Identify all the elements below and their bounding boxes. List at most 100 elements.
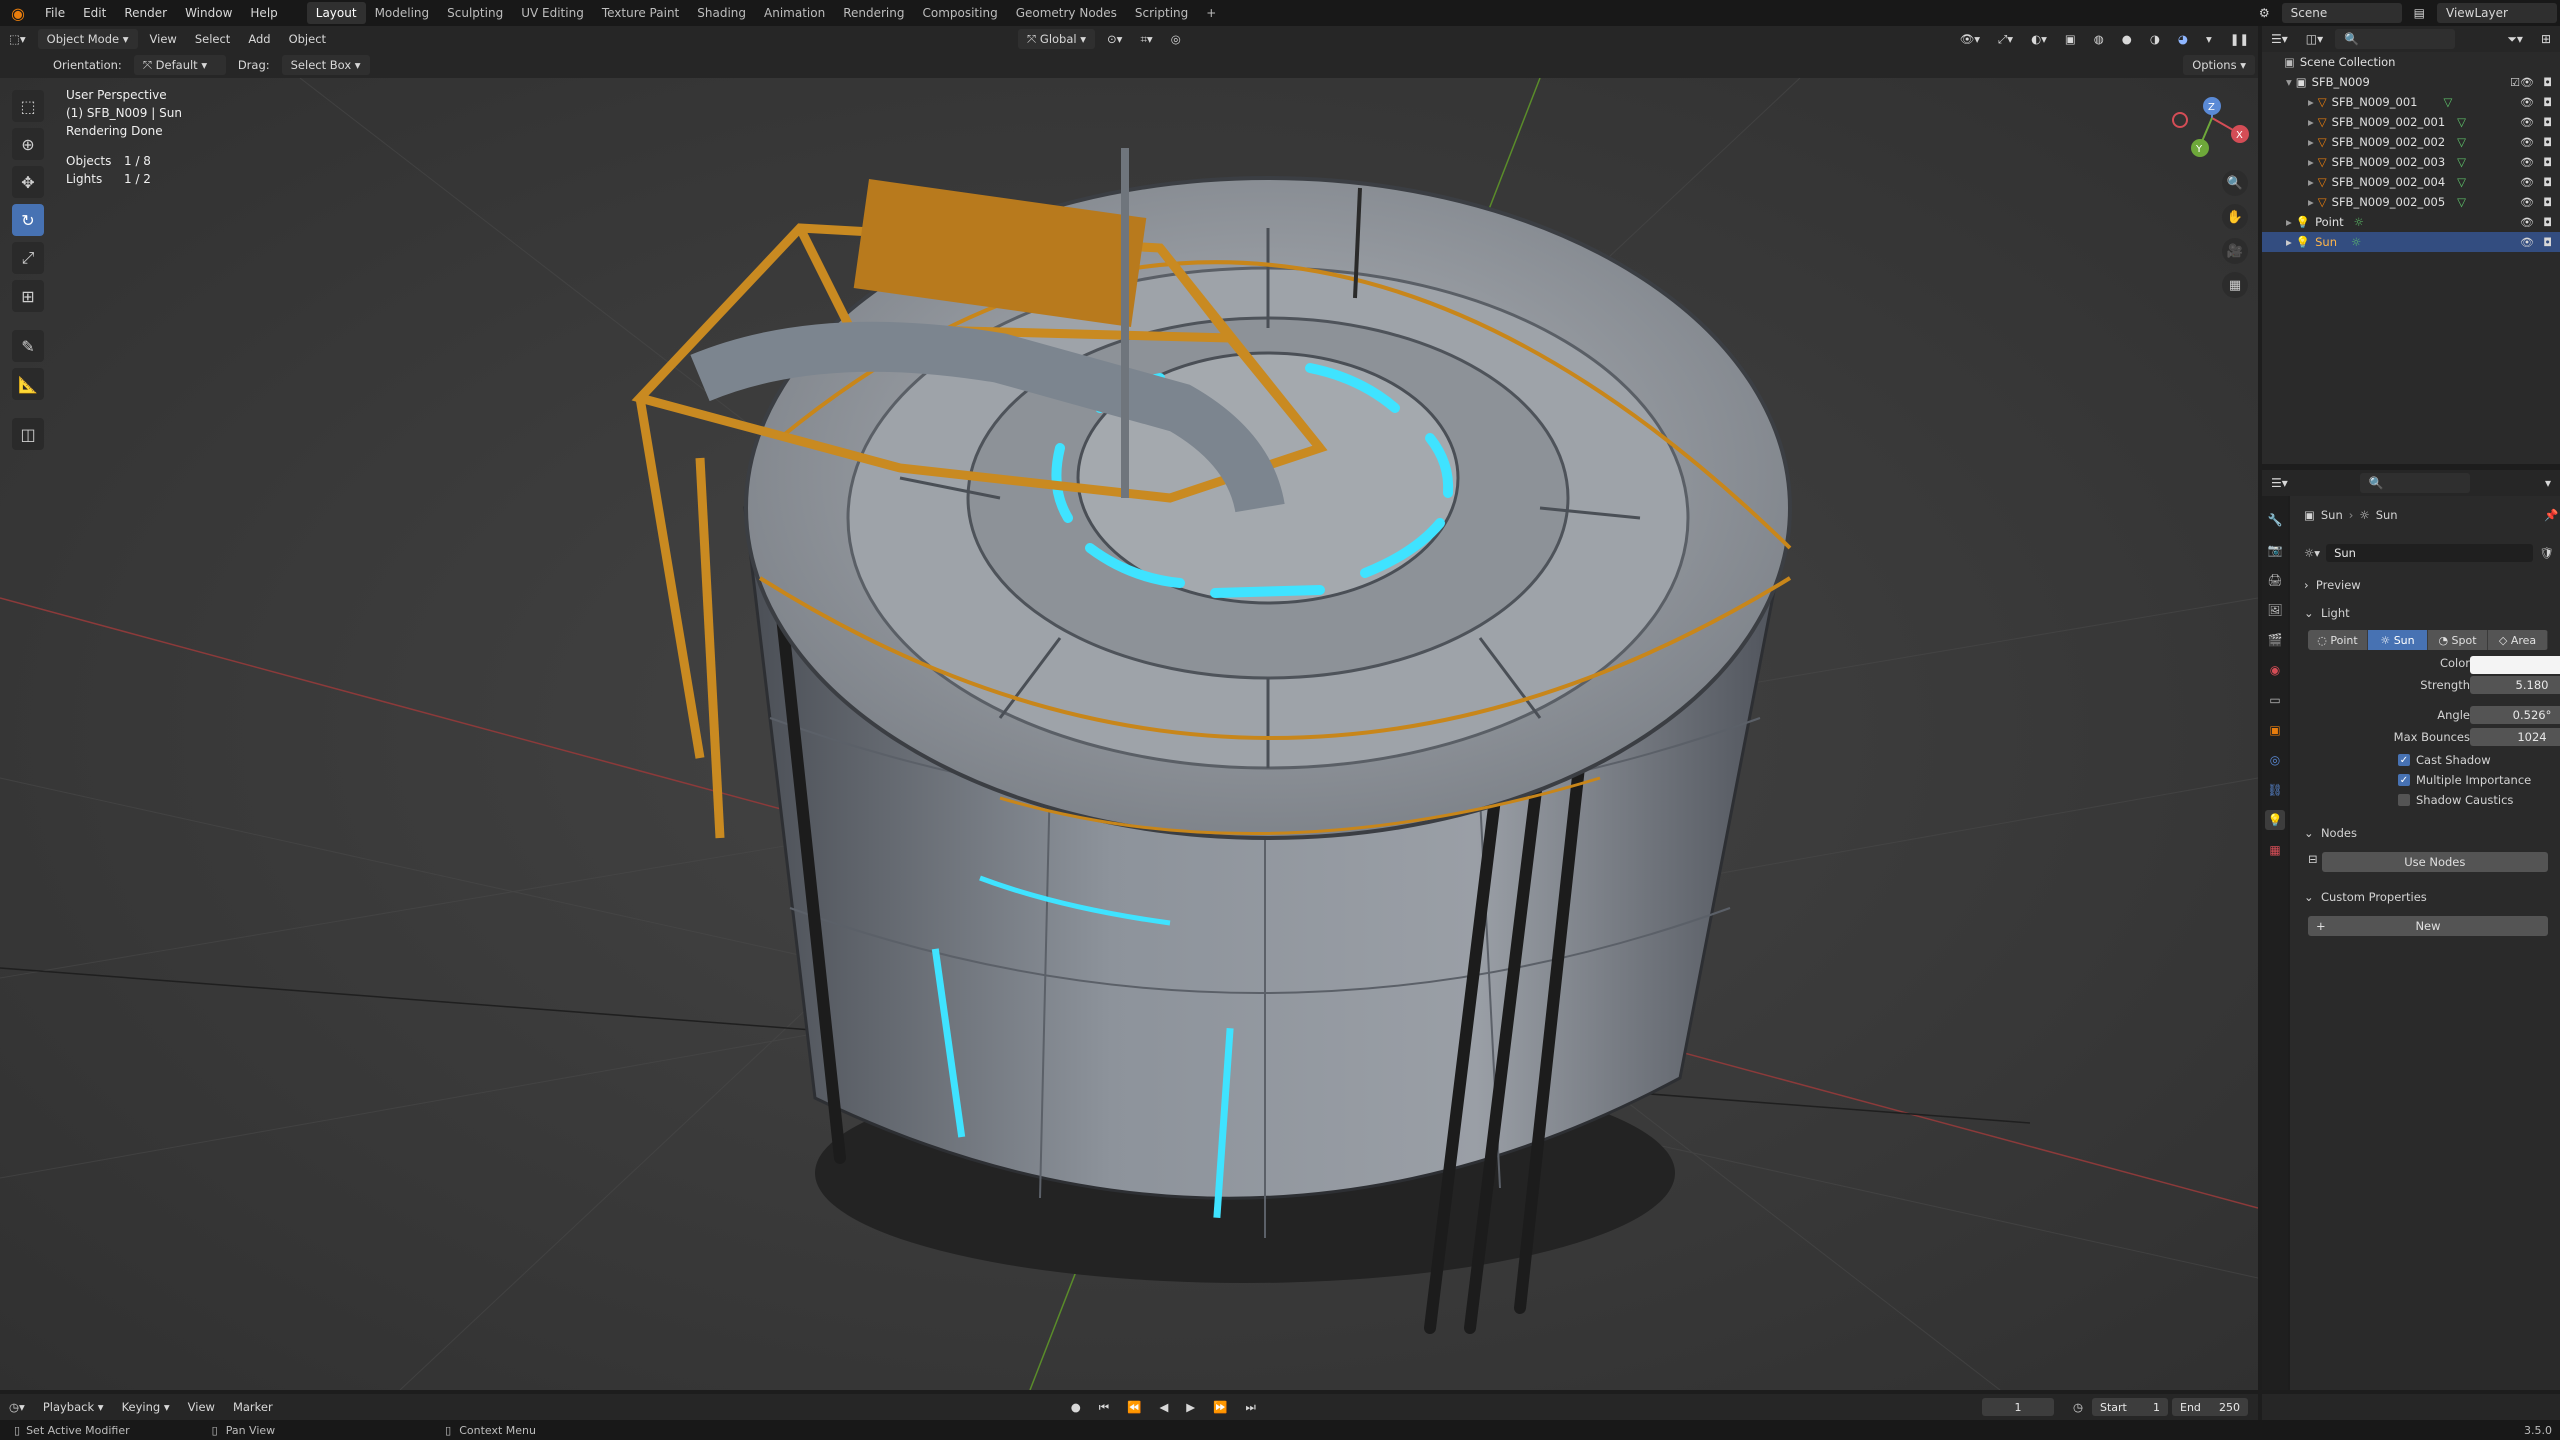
tab-rendering[interactable]: Rendering bbox=[834, 2, 913, 24]
view-layer-tab-icon[interactable]: 🖼 bbox=[2265, 600, 2285, 620]
strength-field[interactable]: 5.180 bbox=[2470, 676, 2560, 694]
move-tool-icon[interactable]: ✥ bbox=[12, 166, 44, 198]
preview-panel-header[interactable]: › Preview bbox=[2304, 578, 2361, 592]
light-type-spot[interactable]: ◔ Spot bbox=[2428, 630, 2488, 650]
mode-selector[interactable]: Object Mode ▾ bbox=[37, 29, 138, 49]
filter-icon[interactable]: ⏷▾ bbox=[2498, 29, 2532, 49]
display-mode-icon[interactable]: ◫▾ bbox=[2297, 29, 2332, 49]
outliner-row[interactable]: ▸ ▽ SFB_N009_002_002 ▽ 👁 ◘ bbox=[2262, 132, 2560, 152]
pan-hand-icon[interactable]: ✋ bbox=[2222, 204, 2248, 230]
physics-tab-icon[interactable]: ◎ bbox=[2265, 750, 2285, 770]
multiple-importance-checkbox[interactable]: ✓ Multiple Importance bbox=[2398, 770, 2531, 790]
add-cube-tool-icon[interactable]: ◫ bbox=[12, 418, 44, 450]
light-data-tab-icon[interactable]: 💡 bbox=[2265, 810, 2285, 830]
scene-icon[interactable]: ⚙ bbox=[2250, 3, 2279, 23]
outliner-row[interactable]: ▸ ▽ SFB_N009_001 ▽ 👁 ◘ bbox=[2262, 92, 2560, 112]
camera-icon[interactable]: ◘ bbox=[2543, 96, 2552, 109]
outliner-row[interactable]: ▸ ▽ SFB_N009_002_001 ▽ 👁 ◘ bbox=[2262, 112, 2560, 132]
tab-geometry-nodes[interactable]: Geometry Nodes bbox=[1007, 2, 1126, 24]
proportional-edit-icon[interactable]: ◎ bbox=[1162, 29, 1190, 49]
end-frame-field[interactable]: End 250 bbox=[2172, 1398, 2248, 1416]
world-tab-icon[interactable]: ◉ bbox=[2265, 660, 2285, 680]
tab-layout[interactable]: Layout bbox=[306, 2, 366, 24]
tab-compositing[interactable]: Compositing bbox=[913, 2, 1006, 24]
light-panel-header[interactable]: ⌄ Light bbox=[2304, 606, 2350, 620]
prev-keyframe-icon[interactable]: ⏪ bbox=[1118, 1397, 1150, 1417]
tab-scripting[interactable]: Scripting bbox=[1126, 2, 1197, 24]
constraints-tab-icon[interactable]: ⛓ bbox=[2265, 780, 2285, 800]
menu-render[interactable]: Render bbox=[115, 6, 176, 20]
collection-tab-icon[interactable]: ▭ bbox=[2265, 690, 2285, 710]
properties-search-input[interactable]: 🔍 bbox=[2359, 473, 2470, 493]
angle-field[interactable]: 0.526° bbox=[2470, 706, 2560, 724]
annotate-tool-icon[interactable]: ✎ bbox=[12, 330, 44, 362]
editor-type-icon[interactable]: ⬚▾ bbox=[0, 29, 35, 49]
view-layer-selector[interactable]: ViewLayer bbox=[2437, 3, 2557, 23]
overlay-icon[interactable]: ◐▾ bbox=[2022, 29, 2056, 49]
max-bounces-field[interactable]: 1024 bbox=[2470, 728, 2560, 746]
custom-properties-header[interactable]: ⌄ Custom Properties bbox=[2304, 890, 2427, 904]
pivot-icon[interactable]: ⊙▾ bbox=[1098, 29, 1131, 49]
transform-tool-icon[interactable]: ⊞ bbox=[12, 280, 44, 312]
menu-object[interactable]: Object bbox=[280, 29, 335, 49]
fake-user-icon[interactable]: 🛡 bbox=[2539, 546, 2554, 560]
visibility-icon[interactable]: 👁▾ bbox=[1951, 29, 1989, 49]
tab-modeling[interactable]: Modeling bbox=[366, 2, 439, 24]
jump-start-icon[interactable]: ⏮ bbox=[1090, 1397, 1118, 1417]
light-type-area[interactable]: ◇ Area bbox=[2488, 630, 2548, 650]
scene-collection-row[interactable]: ▣ Scene Collection bbox=[2262, 52, 2560, 72]
menu-window[interactable]: Window bbox=[176, 6, 241, 20]
menu-add[interactable]: Add bbox=[239, 29, 279, 49]
shading-wireframe-icon[interactable]: ◍ bbox=[2085, 29, 2113, 49]
cursor-tool-icon[interactable]: ⊕ bbox=[12, 128, 44, 160]
tab-shading[interactable]: Shading bbox=[688, 2, 755, 24]
outliner-search-input[interactable]: 🔍 bbox=[2335, 29, 2456, 49]
view-layer-icon[interactable]: ▤ bbox=[2405, 3, 2434, 23]
camera-icon[interactable]: ◘ bbox=[2543, 76, 2552, 89]
3d-viewport[interactable]: Z X Y bbox=[0, 78, 2258, 1390]
tab-texture-paint[interactable]: Texture Paint bbox=[593, 2, 688, 24]
outliner-row-selected[interactable]: ▸ 💡 Sun ☼ 👁 ◘ bbox=[2262, 232, 2560, 252]
xray-icon[interactable]: ▣ bbox=[2056, 29, 2085, 49]
new-property-button[interactable]: + New bbox=[2308, 916, 2548, 936]
light-data-icon[interactable]: ☼▾ bbox=[2304, 546, 2320, 560]
start-frame-field[interactable]: Start 1 bbox=[2092, 1398, 2168, 1416]
scale-tool-icon[interactable]: ⤢ bbox=[12, 242, 44, 274]
shading-solid-icon[interactable]: ● bbox=[2113, 29, 2141, 49]
properties-options-icon[interactable]: ▾ bbox=[2536, 473, 2560, 493]
options-dropdown[interactable]: Options ▾ bbox=[2183, 55, 2255, 75]
scene-selector[interactable]: Scene bbox=[2281, 3, 2402, 23]
menu-view[interactable]: View bbox=[141, 29, 186, 49]
outliner-row[interactable]: ▾ ▣ SFB_N009 ☑ 👁 ◘ bbox=[2262, 72, 2560, 92]
rotate-tool-icon[interactable]: ↻ bbox=[12, 204, 44, 236]
datablock-name-field[interactable]: Sun bbox=[2326, 544, 2534, 562]
camera-icon[interactable]: ◘ bbox=[2543, 116, 2552, 129]
shading-options-icon[interactable]: ▾ bbox=[2197, 29, 2221, 49]
outliner-editor-type-icon[interactable]: ☰▾ bbox=[2262, 29, 2297, 49]
texture-tab-icon[interactable]: ▦ bbox=[2265, 840, 2285, 860]
shading-material-icon[interactable]: ◑ bbox=[2141, 29, 2169, 49]
play-icon[interactable]: ▶ bbox=[1177, 1397, 1204, 1417]
eye-icon[interactable]: 👁 bbox=[2520, 116, 2534, 129]
tab-animation[interactable]: Animation bbox=[755, 2, 834, 24]
scene-tab-icon[interactable]: 🎬 bbox=[2265, 630, 2285, 650]
tool-tab-icon[interactable]: 🔧 bbox=[2265, 510, 2285, 530]
outliner-row[interactable]: ▸ ▽ SFB_N009_002_004 ▽ 👁 ◘ bbox=[2262, 172, 2560, 192]
light-type-point[interactable]: ◌ Point bbox=[2308, 630, 2368, 650]
menu-playback[interactable]: Playback ▾ bbox=[34, 1397, 113, 1417]
gizmo-icon[interactable]: ⤢▾ bbox=[1989, 29, 2022, 49]
eye-icon[interactable]: 👁 bbox=[2520, 136, 2534, 149]
eye-icon[interactable]: 👁 bbox=[2520, 76, 2534, 89]
camera-icon[interactable]: ◘ bbox=[2543, 176, 2552, 189]
color-swatch[interactable] bbox=[2470, 656, 2560, 674]
blender-logo-icon[interactable]: ◉ bbox=[0, 0, 36, 26]
pin-icon[interactable]: 📌 bbox=[2544, 508, 2558, 522]
zoom-icon[interactable]: 🔍 bbox=[2222, 170, 2248, 196]
camera-icon[interactable]: ◘ bbox=[2543, 156, 2552, 169]
eye-icon[interactable]: 👁 bbox=[2520, 196, 2534, 209]
eye-icon[interactable]: 👁 bbox=[2520, 96, 2534, 109]
add-workspace-icon[interactable]: + bbox=[1197, 2, 1225, 24]
properties-editor-type-icon[interactable]: ☰▾ bbox=[2262, 473, 2297, 493]
shadow-caustics-checkbox[interactable]: Shadow Caustics bbox=[2398, 790, 2513, 810]
outliner-row[interactable]: ▸ ▽ SFB_N009_002_005 ▽ 👁 ◘ bbox=[2262, 192, 2560, 212]
